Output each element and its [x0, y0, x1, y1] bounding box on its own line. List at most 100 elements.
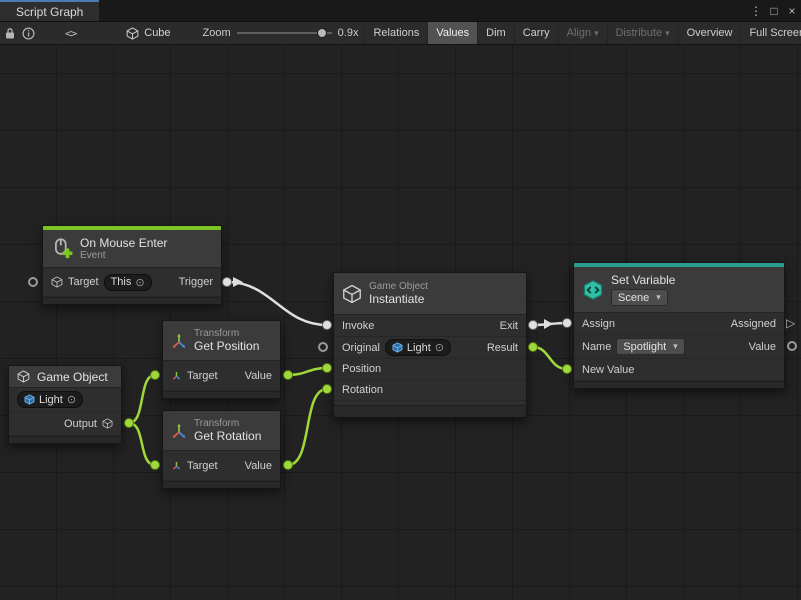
- node-title: Get Rotation: [194, 429, 261, 443]
- port-original-input[interactable]: [318, 342, 328, 352]
- dim-button[interactable]: Dim: [477, 22, 514, 44]
- object-picker-icon[interactable]: ⊙: [135, 276, 144, 289]
- graph-reference[interactable]: Cube: [126, 27, 170, 40]
- node-category: Transform: [194, 328, 259, 339]
- port-gameobject-output[interactable]: [124, 418, 134, 428]
- graph-toolbar: <> Cube Zoom 0.9x Relations Values Dim C…: [0, 22, 801, 45]
- object-field-value: This: [111, 276, 132, 288]
- overview-button[interactable]: Overview: [678, 22, 741, 44]
- chevron-down-icon: ▾: [665, 28, 670, 39]
- values-button[interactable]: Values: [427, 22, 477, 44]
- object-field-row: Light ⊙: [9, 388, 121, 412]
- info-icon[interactable]: [22, 24, 35, 42]
- wire-value-light-to-getposition-target[interactable]: [129, 375, 155, 423]
- object-field-this[interactable]: This ⊙: [104, 274, 152, 291]
- transform-icon: [171, 460, 182, 471]
- wire-value-light-to-getrotation-target[interactable]: [129, 423, 155, 465]
- node-subtitle: Event: [80, 250, 167, 261]
- zoom-slider[interactable]: [237, 26, 332, 40]
- window-maximize-icon[interactable]: □: [765, 0, 783, 21]
- variable-name-dropdown[interactable]: Spotlight ▾: [616, 338, 684, 355]
- zoom-value: 0.9x: [338, 27, 359, 39]
- distribute-dropdown-button[interactable]: Distribute▾: [607, 22, 678, 44]
- object-field-light[interactable]: Light ⊙: [385, 339, 451, 356]
- unity-object-icon: [392, 342, 403, 353]
- original-port-label: Original: [342, 342, 380, 354]
- mouse-enter-event-icon: [51, 238, 73, 260]
- align-dropdown-button[interactable]: Align▾: [558, 22, 607, 44]
- chevron-down-icon: ▾: [673, 341, 678, 352]
- node-header[interactable]: Set Variable Scene ▾: [574, 267, 784, 313]
- port-value-output[interactable]: [787, 341, 797, 351]
- window-close-icon[interactable]: ×: [783, 0, 801, 21]
- target-port-label: Target: [187, 370, 218, 382]
- port-newvalue-input[interactable]: [562, 364, 572, 374]
- port-rotation-input[interactable]: [322, 384, 332, 394]
- window-tab-bar: Script Graph ⋮ □ ×: [0, 0, 801, 22]
- node-header[interactable]: Game Object: [9, 366, 121, 388]
- position-port-label: Position: [342, 363, 381, 375]
- port-target-input[interactable]: [28, 277, 38, 287]
- node-game-object-literal[interactable]: Game Object Light ⊙ Output: [8, 365, 122, 444]
- port-getrotation-value-output[interactable]: [283, 460, 293, 470]
- port-getrotation-target-input[interactable]: [150, 460, 160, 470]
- port-row-original-result: Original Light ⊙ Result: [334, 337, 526, 359]
- port-row-output: Output: [9, 412, 121, 436]
- object-field-light[interactable]: Light ⊙: [17, 391, 83, 408]
- lock-icon[interactable]: [4, 24, 16, 42]
- graph-name-label: Cube: [144, 27, 170, 39]
- zoom-slider-handle[interactable]: [317, 28, 327, 38]
- port-assign-input[interactable]: [562, 318, 572, 328]
- node-footer: [163, 481, 280, 488]
- variable-scope-dropdown[interactable]: Scene ▾: [611, 289, 668, 306]
- relations-button[interactable]: Relations: [364, 22, 427, 44]
- node-get-position[interactable]: Transform Get Position Target Value: [162, 320, 281, 399]
- distribute-label: Distribute: [616, 27, 662, 39]
- port-assigned-output[interactable]: ▷: [786, 318, 798, 328]
- port-trigger-output[interactable]: [222, 277, 232, 287]
- invoke-port-label: Invoke: [342, 320, 374, 332]
- assign-port-label: Assign: [582, 318, 615, 330]
- tab-title: Script Graph: [16, 5, 83, 19]
- node-title: Get Position: [194, 339, 259, 353]
- port-row-position: Position: [334, 359, 526, 380]
- port-result-output[interactable]: [528, 342, 538, 352]
- node-category: Transform: [194, 418, 261, 429]
- window-menu-icon[interactable]: ⋮: [747, 0, 765, 21]
- node-footer: [43, 297, 221, 304]
- tab-bar-spacer: [99, 0, 747, 21]
- port-exit-output[interactable]: [528, 320, 538, 330]
- node-header[interactable]: Transform Get Position: [163, 321, 280, 361]
- node-get-rotation[interactable]: Transform Get Rotation Target Value: [162, 410, 281, 489]
- wire-flow-trigger-to-invoke[interactable]: [227, 282, 327, 325]
- carry-button[interactable]: Carry: [514, 22, 558, 44]
- game-object-icon: [342, 284, 362, 304]
- node-instantiate[interactable]: Game Object Instantiate Invoke Exit Orig…: [333, 272, 527, 418]
- node-on-mouse-enter[interactable]: On Mouse Enter Event Target This ⊙ Trigg…: [42, 225, 222, 305]
- scope-value: Scene: [618, 292, 649, 304]
- object-picker-icon[interactable]: ⊙: [67, 393, 76, 406]
- node-title: Instantiate: [369, 292, 428, 306]
- assigned-port-label: Assigned: [731, 318, 776, 330]
- transform-icon: [171, 370, 182, 381]
- node-header[interactable]: On Mouse Enter Event: [43, 230, 221, 268]
- edit-source-icon[interactable]: <>: [65, 24, 76, 42]
- node-category: Game Object: [369, 281, 428, 292]
- node-title: On Mouse Enter: [80, 236, 167, 250]
- port-getposition-target-input[interactable]: [150, 370, 160, 380]
- cube-icon: [126, 27, 139, 40]
- node-header[interactable]: Transform Get Rotation: [163, 411, 280, 451]
- full-screen-button[interactable]: Full Screen: [740, 22, 801, 44]
- port-getposition-value-output[interactable]: [283, 370, 293, 380]
- port-invoke-input[interactable]: [322, 320, 332, 330]
- node-header[interactable]: Game Object Instantiate: [334, 273, 526, 315]
- wire-value-rotation-to-instantiate[interactable]: [288, 389, 327, 465]
- unity-object-icon: [24, 394, 35, 405]
- tab-script-graph[interactable]: Script Graph: [0, 0, 99, 21]
- target-port-label: Target: [187, 460, 218, 472]
- node-set-variable[interactable]: Set Variable Scene ▾ Assign Assigned Nam…: [573, 262, 785, 389]
- graph-canvas[interactable]: On Mouse Enter Event Target This ⊙ Trigg…: [0, 45, 801, 600]
- object-picker-icon[interactable]: ⊙: [435, 341, 444, 354]
- port-position-input[interactable]: [322, 363, 332, 373]
- port-row-target-value: Target Value: [163, 361, 280, 391]
